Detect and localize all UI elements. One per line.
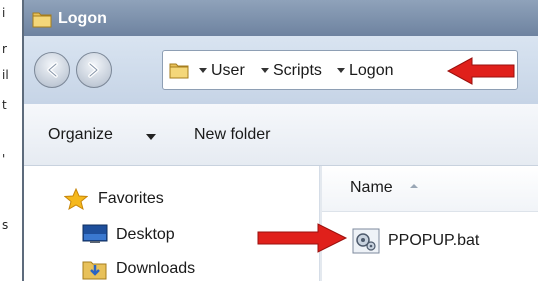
sort-ascending-icon <box>410 184 418 188</box>
folder-icon <box>32 12 52 28</box>
folder-icon <box>169 63 189 79</box>
title-bar[interactable]: Logon <box>24 0 538 36</box>
window-title: Logon <box>58 10 107 27</box>
chevron-down-icon[interactable] <box>146 134 156 140</box>
annotation-arrow-icon <box>446 57 515 85</box>
column-header-name[interactable]: Name <box>322 166 538 212</box>
breadcrumb-logon[interactable]: Logon <box>349 62 394 80</box>
breadcrumb-separator-icon[interactable] <box>199 68 207 73</box>
batch-file-icon <box>352 228 380 254</box>
background-text-fragment: t <box>2 98 7 112</box>
forward-button[interactable] <box>76 52 112 88</box>
nav-item-label: Desktop <box>116 226 175 243</box>
nav-item-label: Downloads <box>116 260 196 277</box>
breadcrumb-scripts[interactable]: Scripts <box>273 62 322 80</box>
background-text-fragment: il <box>2 68 9 82</box>
star-icon <box>64 188 88 210</box>
file-list: Name PPOPUP.bat <box>322 166 538 281</box>
nav-item-label: Favorites <box>98 190 164 207</box>
background-text-fragment: ' <box>2 152 6 166</box>
back-arrow-icon <box>47 62 58 78</box>
desktop-icon <box>82 224 108 243</box>
breadcrumb-separator-icon[interactable] <box>337 68 345 73</box>
annotation-arrow-icon <box>257 223 348 253</box>
background-text-fragment: r <box>2 42 7 56</box>
organize-button[interactable]: Organize <box>48 126 113 144</box>
background-window-edge: i r il t ' s <box>0 0 24 281</box>
breadcrumb-user[interactable]: User <box>211 62 245 80</box>
file-item[interactable]: PPOPUP.bat <box>352 228 532 254</box>
background-text-fragment: s <box>2 218 9 232</box>
new-folder-button[interactable]: New folder <box>194 126 270 144</box>
column-name-label: Name <box>350 179 393 196</box>
forward-arrow-icon <box>88 62 99 78</box>
back-button[interactable] <box>34 52 70 88</box>
command-bar: Organize New folder <box>24 104 538 166</box>
file-name: PPOPUP.bat <box>388 232 480 249</box>
background-text-fragment: i <box>2 6 6 20</box>
downloads-folder-icon <box>82 261 107 280</box>
breadcrumb-separator-icon[interactable] <box>261 68 269 73</box>
